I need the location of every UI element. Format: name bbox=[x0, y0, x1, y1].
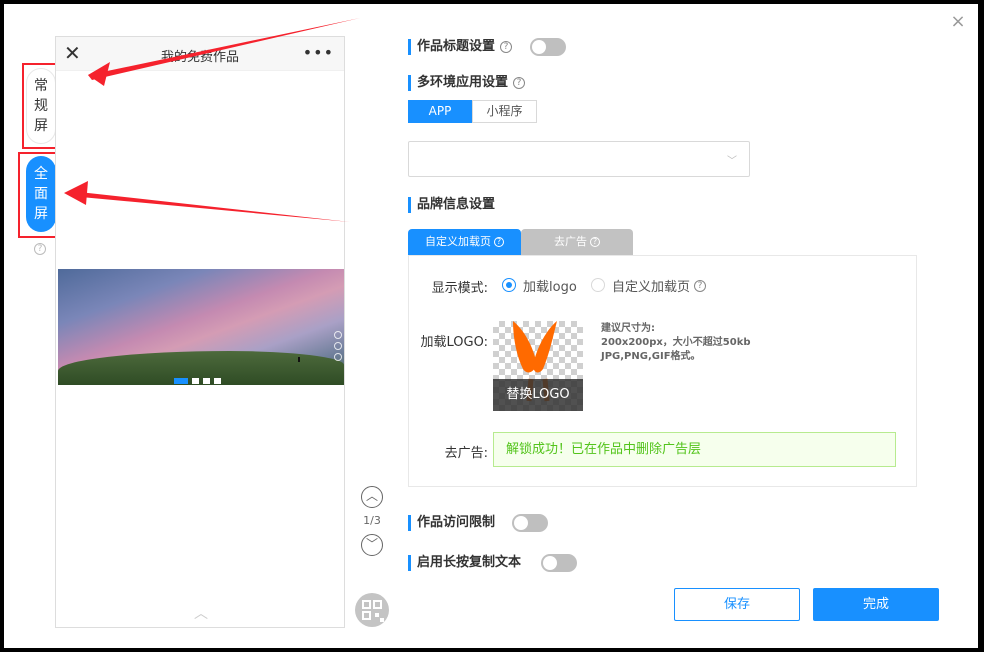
tab-mini-program[interactable]: 小程序 bbox=[472, 100, 537, 123]
section-label: 作品访问限制 bbox=[417, 515, 496, 530]
remove-ad-label: 去广告: bbox=[444, 446, 488, 461]
banner-image bbox=[58, 269, 344, 385]
qrcode-icon[interactable] bbox=[355, 593, 389, 627]
banner-figure bbox=[298, 357, 300, 362]
annotation-box-normal bbox=[22, 63, 58, 149]
banner-pagination bbox=[174, 378, 221, 384]
section-label: 品牌信息设置 bbox=[417, 197, 496, 212]
scroll-up-icon: ︿ bbox=[194, 606, 208, 622]
display-mode-label: 显示模式: bbox=[431, 281, 488, 296]
more-icon: ••• bbox=[302, 43, 334, 62]
section-label: 作品标题设置 bbox=[417, 39, 496, 54]
chevron-down-icon: ﹀ bbox=[727, 156, 737, 167]
radio-custom-loading[interactable] bbox=[591, 278, 605, 292]
multi-env-header: 多环境应用设置 ? bbox=[408, 75, 526, 91]
radio-load-logo-label[interactable]: 加载logo bbox=[523, 276, 577, 295]
logo-size-hint: 建议尺寸为: 200x200px，大小不超过50kb JPG,PNG,GIF格式… bbox=[601, 323, 751, 362]
section-label: 多环境应用设置 bbox=[417, 75, 509, 90]
help-icon[interactable]: ? bbox=[500, 41, 513, 53]
success-message: 解锁成功！已在作品中删除广告层 bbox=[493, 432, 896, 467]
done-button[interactable]: 完成 bbox=[813, 588, 939, 621]
load-logo-label: 加载LOGO: bbox=[420, 335, 488, 350]
help-icon[interactable]: ? bbox=[34, 243, 46, 255]
access-limit-toggle[interactable] bbox=[512, 514, 548, 532]
phone-header: ✕ 我的免费作品 ••• bbox=[56, 37, 344, 71]
phone-title: 我的免费作品 bbox=[160, 50, 239, 65]
title-setting-toggle[interactable] bbox=[530, 38, 566, 56]
brand-tabs: 自定义加载页 ? 去广告 ? bbox=[408, 229, 633, 255]
replace-logo-button[interactable]: 替换LOGO bbox=[493, 379, 583, 411]
tab-app[interactable]: APP bbox=[408, 100, 472, 123]
logo-upload[interactable]: 替换LOGO bbox=[493, 321, 583, 411]
tab-label: 去广告 bbox=[554, 235, 587, 248]
help-icon[interactable]: ? bbox=[494, 237, 504, 247]
tab-remove-ad[interactable]: 去广告 ? bbox=[521, 229, 633, 255]
env-tabs: APP 小程序 bbox=[408, 100, 537, 123]
long-press-copy-header: 启用长按复制文本 bbox=[408, 555, 521, 571]
section-label: 启用长按复制文本 bbox=[417, 555, 522, 570]
annotation-box-full bbox=[18, 152, 60, 238]
save-button[interactable]: 保存 bbox=[674, 588, 800, 621]
radio-custom-loading-label[interactable]: 自定义加载页 ? bbox=[612, 276, 707, 295]
title-setting-header: 作品标题设置 ? bbox=[408, 39, 513, 55]
help-icon[interactable]: ? bbox=[513, 77, 526, 89]
brand-header: 品牌信息设置 bbox=[408, 197, 495, 213]
radio-load-logo[interactable] bbox=[502, 278, 516, 292]
phone-preview: ✕ 我的免费作品 ••• ︿ bbox=[55, 36, 345, 628]
banner-side-dots bbox=[334, 331, 342, 361]
page-down-button[interactable]: ﹀ bbox=[361, 534, 383, 556]
close-icon[interactable]: × bbox=[950, 13, 966, 31]
page-up-button[interactable]: ︿ bbox=[361, 486, 383, 508]
tab-custom-loading[interactable]: 自定义加载页 ? bbox=[408, 229, 521, 255]
long-press-copy-toggle[interactable] bbox=[541, 554, 577, 572]
page-indicator: 1/3 bbox=[363, 514, 381, 527]
env-select[interactable]: ﹀ bbox=[408, 141, 750, 177]
help-icon[interactable]: ? bbox=[694, 279, 707, 292]
help-icon[interactable]: ? bbox=[590, 237, 600, 247]
access-limit-header: 作品访问限制 bbox=[408, 515, 495, 531]
tab-label: 自定义加载页 bbox=[425, 235, 491, 248]
